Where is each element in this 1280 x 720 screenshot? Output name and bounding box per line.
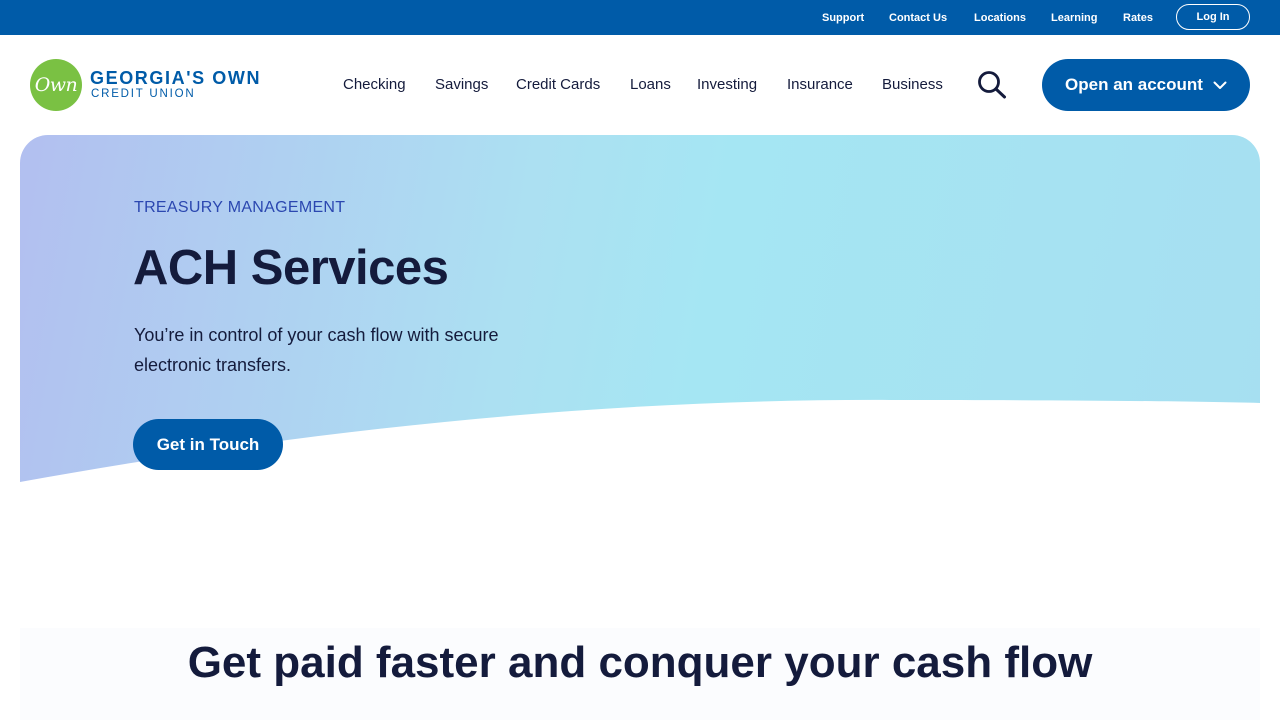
- hero-eyebrow: TREASURY MANAGEMENT: [134, 199, 346, 216]
- logo-subtitle: CREDIT UNION: [91, 88, 196, 100]
- locations-link[interactable]: Locations: [974, 12, 1026, 24]
- learning-link[interactable]: Learning: [1051, 12, 1097, 24]
- nav-business[interactable]: Business: [882, 76, 943, 93]
- georgias-own-logo[interactable]: Own GEORGIA'S OWN CREDIT UNION: [30, 59, 272, 111]
- georgias-own-logo-icon: Own: [30, 59, 82, 111]
- page-title: ACH Services: [133, 241, 449, 295]
- nav-investing[interactable]: Investing: [697, 76, 757, 93]
- rates-link[interactable]: Rates: [1123, 12, 1153, 24]
- logo-mark-text: Own: [34, 74, 78, 96]
- nav-loans[interactable]: Loans: [630, 76, 671, 93]
- nav-credit-cards[interactable]: Credit Cards: [516, 76, 600, 93]
- open-account-button[interactable]: Open an account: [1042, 59, 1250, 111]
- support-link[interactable]: Support: [822, 12, 864, 24]
- nav-savings[interactable]: Savings: [435, 76, 488, 93]
- hero-description: You’re in control of your cash flow with…: [134, 325, 499, 375]
- nav-insurance[interactable]: Insurance: [787, 76, 853, 93]
- logo-wordmark: GEORGIA'S OWN: [90, 68, 262, 88]
- contact-us-link[interactable]: Contact Us: [889, 12, 947, 24]
- search-button[interactable]: [976, 70, 1008, 100]
- chevron-down-icon: [1213, 81, 1227, 89]
- get-in-touch-button[interactable]: Get in Touch: [133, 419, 283, 470]
- open-account-label: Open an account: [1065, 75, 1203, 94]
- utility-bar: Support Contact Us Locations Learning Ra…: [0, 0, 1280, 35]
- search-icon: [978, 71, 1006, 99]
- section-heading: Get paid faster and conquer your cash fl…: [187, 638, 1093, 687]
- log-in-button[interactable]: Log In: [1176, 4, 1250, 30]
- nav-checking[interactable]: Checking: [343, 76, 406, 93]
